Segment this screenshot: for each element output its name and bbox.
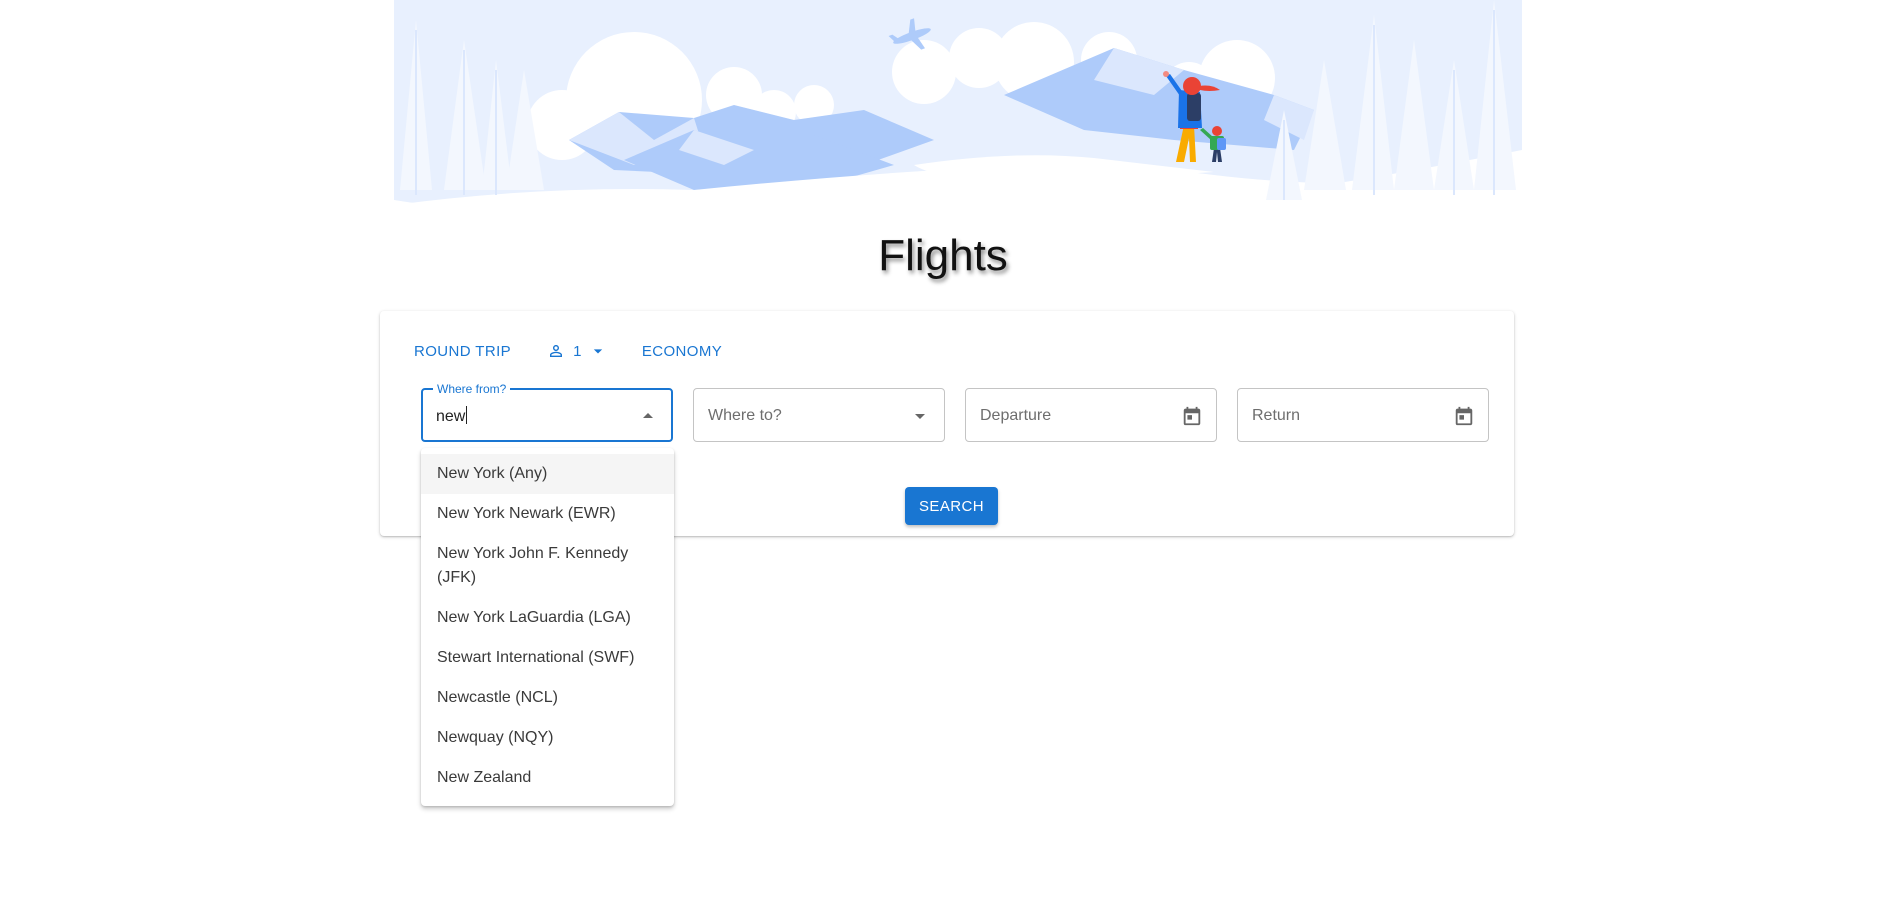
- trip-type-label: ROUND TRIP: [414, 342, 512, 360]
- where-to-input[interactable]: Where to?: [693, 388, 945, 442]
- return-placeholder: Return: [1252, 407, 1301, 424]
- cabin-class-label: ECONOMY: [641, 342, 723, 360]
- suggestion-item[interactable]: Newcastle (NCL): [421, 678, 674, 718]
- departure-placeholder: Departure: [980, 407, 1052, 424]
- suggestion-item[interactable]: Stewart International (SWF): [421, 638, 674, 678]
- flights-page: Flights ROUND TRIP 1 ECONOMY Where from?: [0, 0, 1886, 900]
- arrow-drop-down-icon: [588, 341, 608, 361]
- suggestion-item[interactable]: Newquay (NQY): [421, 718, 674, 758]
- return-date-input[interactable]: Return: [1237, 388, 1489, 442]
- calendar-icon[interactable]: [1452, 404, 1476, 428]
- departure-date-input[interactable]: Departure: [965, 388, 1217, 442]
- suggestion-item[interactable]: New York John F. Kennedy (JFK): [421, 534, 674, 598]
- trip-type-button[interactable]: ROUND TRIP: [406, 339, 519, 364]
- passenger-count: 1: [573, 342, 582, 360]
- passengers-button[interactable]: 1: [539, 337, 616, 365]
- page-title: Flights: [878, 231, 1008, 280]
- suggestion-item[interactable]: New Zealand: [421, 758, 674, 798]
- cabin-class-button[interactable]: ECONOMY: [634, 339, 730, 364]
- hero-illustration: [394, 0, 1522, 225]
- search-button[interactable]: SEARCH: [905, 487, 998, 525]
- suggestion-item[interactable]: New York LaGuardia (LGA): [421, 598, 674, 638]
- arrow-drop-up-icon[interactable]: [636, 404, 660, 428]
- suggestion-item[interactable]: New York (Any): [421, 454, 674, 494]
- landscape-illustration: [394, 0, 1522, 225]
- suggestion-item[interactable]: New York Newark (EWR): [421, 494, 674, 534]
- arrow-drop-down-icon[interactable]: [908, 404, 932, 428]
- trip-options-row: ROUND TRIP 1 ECONOMY: [406, 336, 730, 366]
- text-caret: [466, 406, 468, 424]
- where-from-label: Where from?: [433, 382, 511, 396]
- person-outline-icon: [547, 342, 565, 360]
- where-from-input[interactable]: Where from? new: [421, 382, 673, 442]
- where-from-value: new: [436, 406, 468, 425]
- calendar-icon[interactable]: [1180, 404, 1204, 428]
- where-to-placeholder: Where to?: [708, 407, 782, 424]
- where-from-suggestions-list: New York (Any) New York Newark (EWR) New…: [421, 448, 674, 806]
